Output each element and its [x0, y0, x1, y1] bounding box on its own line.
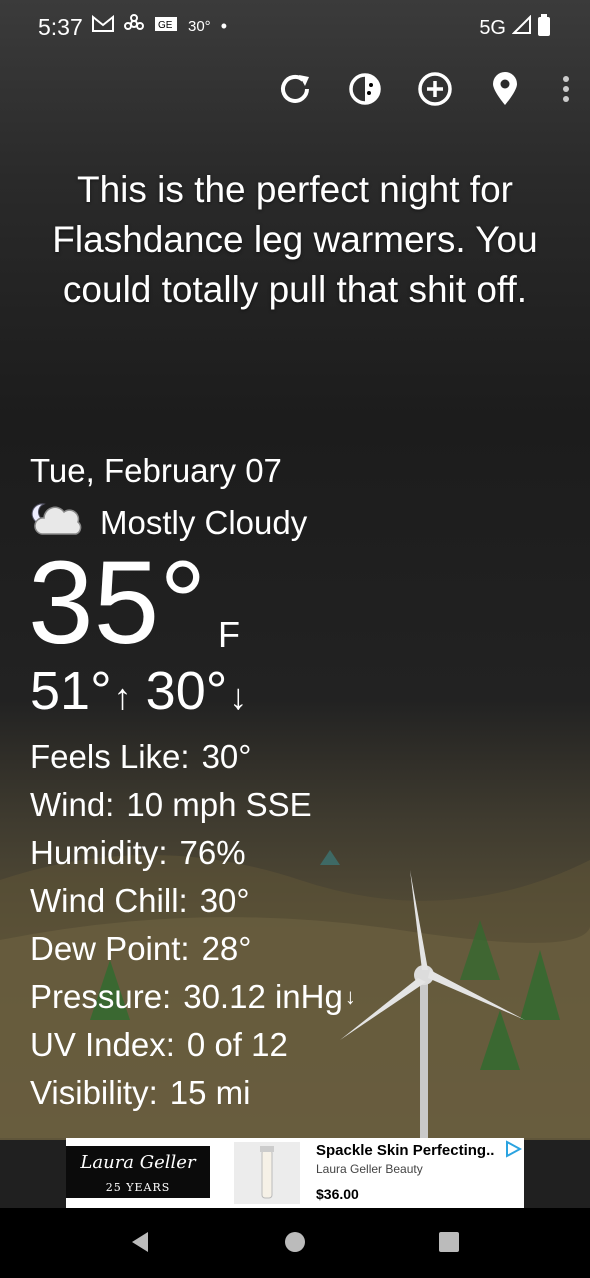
up-arrow-icon: ↑	[113, 676, 132, 717]
detail-label: Wind Chill:	[30, 882, 188, 919]
location-pin-icon[interactable]	[486, 70, 524, 108]
ad-price: $36.00	[316, 1186, 359, 1202]
adchoices-icon[interactable]	[504, 1140, 523, 1163]
detail-value: 76%	[179, 834, 246, 871]
battery-icon	[538, 14, 550, 42]
add-location-icon[interactable]	[416, 70, 454, 108]
down-arrow-icon: ↓	[229, 676, 248, 717]
high-temp: 51°	[30, 661, 112, 721]
detail-row-wind-chill: Wind Chill: 30°	[30, 877, 356, 925]
ad-brand: Laura Geller Beauty	[316, 1162, 423, 1176]
detail-row-humidity: Humidity: 76%	[30, 829, 356, 877]
current-temperature: 35°	[28, 537, 207, 669]
detail-value: 15 mi	[169, 1074, 251, 1111]
detail-label: Pressure:	[30, 978, 172, 1015]
detail-row-feels-like: Feels Like: 30°	[30, 733, 356, 781]
detail-label: Dew Point:	[30, 930, 190, 967]
detail-row-wind: Wind: 10 mph SSE	[30, 781, 356, 829]
detail-row-dew-point: Dew Point: 28°	[30, 925, 356, 973]
detail-label: UV Index:	[30, 1026, 175, 1063]
weather-details: Feels Like: 30° Wind: 10 mph SSE Humidity:…	[30, 733, 356, 1117]
temperature-unit: F	[218, 614, 240, 655]
detail-row-visibility: Visibility: 15 mi	[30, 1069, 356, 1117]
refresh-icon[interactable]	[276, 70, 314, 108]
pinwheel-icon	[124, 14, 144, 39]
ad-logo-years: 25 YEARS	[105, 1181, 171, 1194]
detail-value: 28°	[201, 930, 252, 967]
more-vert-icon[interactable]	[556, 70, 576, 108]
svg-text:GE: GE	[158, 20, 173, 31]
news-icon: GE	[154, 16, 178, 37]
detail-value: 30°	[199, 882, 250, 919]
gmail-icon	[92, 14, 114, 38]
status-temp: 30°	[188, 18, 211, 35]
status-indicators: 5G	[479, 14, 550, 42]
ad-product-image	[234, 1142, 300, 1204]
detail-value: 30.12 inHg	[183, 978, 343, 1015]
pressure-falling-icon: ↓	[344, 984, 356, 1009]
signal-icon	[511, 14, 532, 41]
ad-logo: Laura Geller 25 YEARS	[66, 1146, 210, 1198]
back-icon[interactable]	[128, 1230, 152, 1259]
weather-quote: This is the perfect night for Flashdance…	[52, 169, 538, 310]
detail-value: 10 mph SSE	[126, 786, 312, 823]
ad-banner[interactable]: Laura Geller 25 YEARS Spackle Skin Perfe…	[66, 1138, 524, 1208]
detail-row-uv-index: UV Index: 0 of 12	[30, 1021, 356, 1069]
network-label: 5G	[479, 16, 506, 39]
detail-row-pressure: Pressure: 30.12 inHg ↓	[30, 973, 356, 1021]
home-icon[interactable]	[283, 1230, 307, 1259]
detail-value: 0 of 12	[186, 1026, 288, 1063]
theme-icon[interactable]	[346, 70, 384, 108]
low-temp: 30°	[145, 661, 228, 721]
detail-label: Feels Like:	[30, 738, 190, 775]
wind-turbine-illustration	[340, 870, 525, 1140]
detail-label: Visibility:	[30, 1074, 158, 1111]
status-time: 5:37	[38, 14, 83, 40]
detail-value: 30°	[201, 738, 252, 775]
weather-date: Tue, February 07	[30, 452, 282, 489]
high-low-temps: 51° ↑ 30° ↓	[30, 660, 261, 722]
ad-title[interactable]: Spackle Skin Perfecting..	[316, 1142, 494, 1159]
status-bar: 5:37 GE 30° • 5G	[0, 0, 590, 54]
navigation-bar	[0, 1208, 590, 1278]
notification-icons: GE 30° •	[92, 14, 227, 39]
ad-logo-text: Laura Geller	[80, 1152, 196, 1173]
recents-icon[interactable]	[437, 1230, 461, 1259]
dot-icon: •	[220, 16, 227, 36]
toolbar	[276, 70, 576, 108]
detail-label: Wind:	[30, 786, 115, 823]
detail-label: Humidity:	[30, 834, 168, 871]
